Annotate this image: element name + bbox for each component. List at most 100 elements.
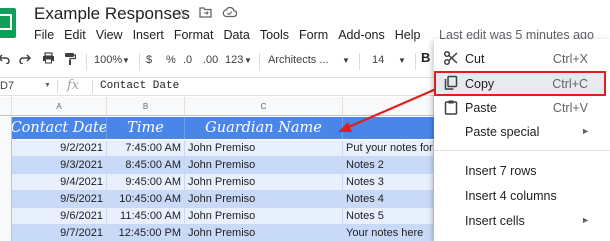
column-header-b[interactable]: B xyxy=(107,97,185,116)
toolbar-divider xyxy=(259,53,260,70)
cell-guardian-name[interactable]: John Premiso xyxy=(185,140,343,157)
menu-form[interactable]: Form xyxy=(299,28,328,44)
cell-contact-date[interactable]: 9/6/2021 xyxy=(12,208,107,225)
menu-divider xyxy=(434,150,610,151)
menu-item-insert-rows-label: Insert 7 rows xyxy=(465,164,537,178)
cell-time[interactable]: 8:45:00 AM xyxy=(107,157,185,174)
font-size-select[interactable]: 14 xyxy=(372,54,384,66)
cloud-status-icon[interactable] xyxy=(222,6,238,21)
fx-icon: fx xyxy=(67,78,80,93)
zoom-select[interactable]: 100% xyxy=(94,54,122,66)
menu-item-paste-shortcut: Ctrl+V xyxy=(552,101,588,115)
cell-guardian-name[interactable]: John Premiso xyxy=(185,208,343,225)
menu-item-insert-columns-label: Insert 4 columns xyxy=(465,189,557,203)
copy-icon xyxy=(443,75,459,91)
currency-format-button[interactable]: $ xyxy=(146,54,152,66)
menu-data[interactable]: Data xyxy=(223,28,249,44)
redo-icon[interactable] xyxy=(19,52,32,67)
name-box[interactable]: D7 xyxy=(0,80,14,92)
increase-decimal-button[interactable]: .00 xyxy=(203,54,218,66)
toolbar-divider xyxy=(415,53,416,70)
scissors-icon xyxy=(443,50,459,66)
submenu-arrow-icon: ► xyxy=(581,126,590,136)
cell-contact-date[interactable]: 9/2/2021 xyxy=(12,140,107,157)
cell-contact-date[interactable]: 9/4/2021 xyxy=(12,174,107,191)
menu-file[interactable]: File xyxy=(34,28,54,44)
cell-notes[interactable]: Notes 5 xyxy=(343,208,434,225)
annotation-arrow xyxy=(338,87,437,132)
cell-time[interactable]: 11:45:00 AM xyxy=(107,208,185,225)
menu-item-cut-shortcut: Ctrl+X xyxy=(552,52,588,66)
percent-format-button[interactable]: % xyxy=(166,54,176,66)
select-all-corner[interactable] xyxy=(0,97,12,116)
cell-notes[interactable]: Notes 3 xyxy=(343,174,434,191)
decrease-decimal-button[interactable]: .0 xyxy=(183,54,192,66)
cell-contact-date[interactable]: 9/3/2021 xyxy=(12,157,107,174)
menu-format[interactable]: Format xyxy=(174,28,214,44)
menu-insert[interactable]: Insert xyxy=(133,28,164,44)
cell-guardian-name[interactable]: John Premiso xyxy=(185,174,343,191)
bold-button[interactable]: B xyxy=(421,50,430,65)
menu-edit[interactable]: Edit xyxy=(64,28,86,44)
font-family-select[interactable]: Architects ... xyxy=(268,54,329,66)
menu-item-copy-shortcut: Ctrl+C xyxy=(552,77,588,91)
undo-icon[interactable] xyxy=(0,52,10,67)
submenu-arrow-icon: ► xyxy=(581,215,590,225)
cell-time[interactable]: 10:45:00 AM xyxy=(107,191,185,208)
cell-time[interactable]: 12:45:00 PM xyxy=(107,225,185,241)
header-cell-time[interactable]: Time xyxy=(107,117,185,139)
font-dropdown-icon[interactable]: ▼ xyxy=(342,56,350,65)
column-header-c[interactable]: C xyxy=(185,97,343,116)
cell-notes[interactable]: Put your notes for c xyxy=(343,140,434,157)
menu-item-insert-columns[interactable]: Insert 4 columns xyxy=(434,185,610,207)
cell-time[interactable]: 9:45:00 AM xyxy=(107,174,185,191)
formula-divider xyxy=(57,80,58,93)
cell-notes[interactable]: Notes 2 xyxy=(343,157,434,174)
menu-item-insert-cells[interactable]: Insert cells ► xyxy=(434,210,610,232)
paste-icon xyxy=(443,99,459,115)
menu-help[interactable]: Help xyxy=(395,28,421,44)
cell-contact-date[interactable]: 9/7/2021 xyxy=(12,225,107,241)
sheets-logo-grid-icon xyxy=(0,14,12,30)
cell-guardian-name[interactable]: John Premiso xyxy=(185,157,343,174)
toolbar-divider xyxy=(86,53,87,70)
menu-view[interactable]: View xyxy=(96,28,123,44)
folder-move-icon[interactable] xyxy=(199,6,212,21)
more-formats-button[interactable]: 123 xyxy=(225,54,243,66)
menu-item-insert-cells-label: Insert cells xyxy=(465,214,525,228)
formula-divider xyxy=(92,80,93,93)
menu-item-copy[interactable]: Copy Ctrl+C xyxy=(434,73,610,95)
star-icon[interactable]: ☆ xyxy=(176,6,188,22)
cell-contact-date[interactable]: 9/5/2021 xyxy=(12,191,107,208)
cell-guardian-name[interactable]: John Premiso xyxy=(185,225,343,241)
menu-addons[interactable]: Add-ons xyxy=(338,28,385,44)
font-size-dropdown-icon[interactable]: ▼ xyxy=(398,56,406,65)
zoom-dropdown-icon[interactable]: ▼ xyxy=(122,56,130,65)
header-cell-contact-date[interactable]: Contact Date xyxy=(12,117,107,139)
paint-format-icon[interactable] xyxy=(64,52,77,68)
cell-time[interactable]: 7:45:00 AM xyxy=(107,140,185,157)
row-header-strip[interactable] xyxy=(0,117,12,241)
menu-item-paste-special-label: Paste special xyxy=(465,125,540,139)
name-box-dropdown-icon[interactable]: ▼ xyxy=(44,82,51,89)
menu-item-insert-rows[interactable]: Insert 7 rows xyxy=(434,160,610,182)
column-header-a[interactable]: A xyxy=(12,97,107,116)
menu-item-paste[interactable]: Paste Ctrl+V xyxy=(434,97,610,119)
menu-item-copy-label: Copy xyxy=(465,77,495,91)
menu-tools[interactable]: Tools xyxy=(260,28,289,44)
menu-item-cut-label: Cut xyxy=(465,52,485,66)
cell-guardian-name[interactable]: John Premiso xyxy=(185,191,343,208)
menu-bar: File Edit View Insert Format Data Tools … xyxy=(34,28,420,44)
print-icon[interactable] xyxy=(42,52,55,67)
cell-notes[interactable]: Notes 4 xyxy=(343,191,434,208)
menu-item-paste-special[interactable]: Paste special ► xyxy=(434,121,610,143)
menu-item-paste-label: Paste xyxy=(465,101,497,115)
document-title[interactable]: Example Responses xyxy=(34,4,190,24)
menu-item-cut[interactable]: Cut Ctrl+X xyxy=(434,48,610,70)
toolbar-divider xyxy=(359,53,360,70)
cell-notes[interactable]: Your notes here xyxy=(343,225,434,241)
toolbar-divider xyxy=(139,53,140,70)
header-cell-guardian-name[interactable]: Guardian Name xyxy=(185,117,343,139)
more-formats-dropdown-icon[interactable]: ▼ xyxy=(244,56,252,65)
formula-input[interactable]: Contact Date xyxy=(100,80,179,92)
